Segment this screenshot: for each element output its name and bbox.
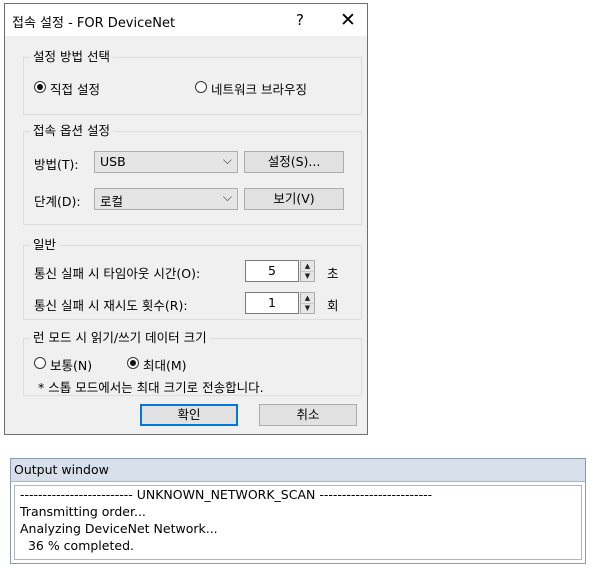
log-line: Analyzing DeviceNet Network... (20, 521, 218, 536)
normal-size-label[interactable]: 보통(N) (50, 355, 92, 374)
retry-unit: 회 (327, 298, 339, 313)
chevron-down-icon: ⌵ (222, 190, 232, 204)
network-browse-radio[interactable] (195, 81, 207, 93)
direct-setup-label[interactable]: 직접 설정 (50, 79, 100, 98)
method-select[interactable]: USB ⌵ (94, 151, 238, 173)
settings-button[interactable]: 설정(S)... (244, 151, 344, 173)
dialog-titlebar: 접속 설정 - FOR DeviceNet ? ✕ (5, 4, 367, 36)
stepper-down-icon[interactable]: ▼ (301, 303, 314, 313)
close-icon[interactable]: ✕ (335, 7, 361, 33)
retry-stepper[interactable]: ▲ ▼ (300, 292, 315, 314)
log-line: 36 % completed. (20, 538, 134, 553)
network-browse-label[interactable]: 네트워크 브라우징 (211, 79, 307, 98)
stage-select[interactable]: 로컬 ⌵ (94, 188, 238, 210)
timeout-unit: 초 (327, 266, 339, 281)
stop-mode-note: * 스톱 모드에서는 최대 크기로 전송합니다. (38, 380, 264, 395)
connection-options-legend: 접속 옵션 설정 (30, 123, 113, 139)
run-mode-group: 런 모드 시 읽기/쓰기 데이터 크기 보통(N) 최대(M) * 스톱 모드에… (23, 330, 362, 396)
help-button[interactable]: ? (287, 7, 313, 33)
log-line: ------------------------- UNKNOWN_NETWOR… (20, 487, 433, 502)
dialog-title: 접속 설정 - FOR DeviceNet (12, 16, 176, 31)
output-window-title: Output window (14, 462, 109, 477)
setup-method-legend: 설정 방법 선택 (30, 49, 113, 65)
connection-settings-dialog: 접속 설정 - FOR DeviceNet ? ✕ 설정 방법 선택 직접 설정… (4, 3, 368, 435)
general-legend: 일반 (30, 237, 60, 253)
run-mode-legend: 런 모드 시 읽기/쓰기 데이터 크기 (30, 330, 210, 346)
retry-label: 통신 실패 시 재시도 횟수(R): (34, 298, 188, 313)
timeout-label: 통신 실패 시 타임아웃 시간(O): (34, 266, 201, 281)
output-window-header: Output window (11, 459, 585, 482)
method-select-value: USB (100, 154, 126, 169)
method-label: 방법(T): (34, 157, 79, 172)
retry-input[interactable]: 1 (245, 292, 299, 314)
cancel-button[interactable]: 취소 (259, 404, 357, 426)
max-size-radio[interactable] (127, 357, 139, 369)
stepper-down-icon[interactable]: ▼ (301, 271, 314, 281)
general-group: 일반 통신 실패 시 타임아웃 시간(O): 5 ▲ ▼ 초 통신 실패 시 재… (23, 237, 362, 320)
view-button[interactable]: 보기(V) (244, 188, 344, 210)
chevron-down-icon: ⌵ (222, 153, 232, 167)
normal-size-radio[interactable] (34, 357, 46, 369)
stage-select-value: 로컬 (100, 194, 124, 209)
timeout-input[interactable]: 5 (245, 260, 299, 282)
output-window: Output window ------------------------- … (10, 458, 586, 564)
direct-setup-radio[interactable] (34, 81, 46, 93)
timeout-stepper[interactable]: ▲ ▼ (300, 260, 315, 282)
setup-method-group: 설정 방법 선택 직접 설정 네트워크 브라우징 (23, 49, 362, 115)
output-log[interactable]: ------------------------- UNKNOWN_NETWOR… (14, 485, 582, 560)
stage-label: 단계(D): (34, 194, 81, 209)
ok-button[interactable]: 확인 (140, 404, 238, 426)
max-size-label[interactable]: 최대(M) (143, 355, 187, 374)
log-line: Transmitting order... (20, 504, 146, 519)
connection-options-group: 접속 옵션 설정 방법(T): USB ⌵ 설정(S)... 단계(D): 로컬… (23, 123, 362, 225)
